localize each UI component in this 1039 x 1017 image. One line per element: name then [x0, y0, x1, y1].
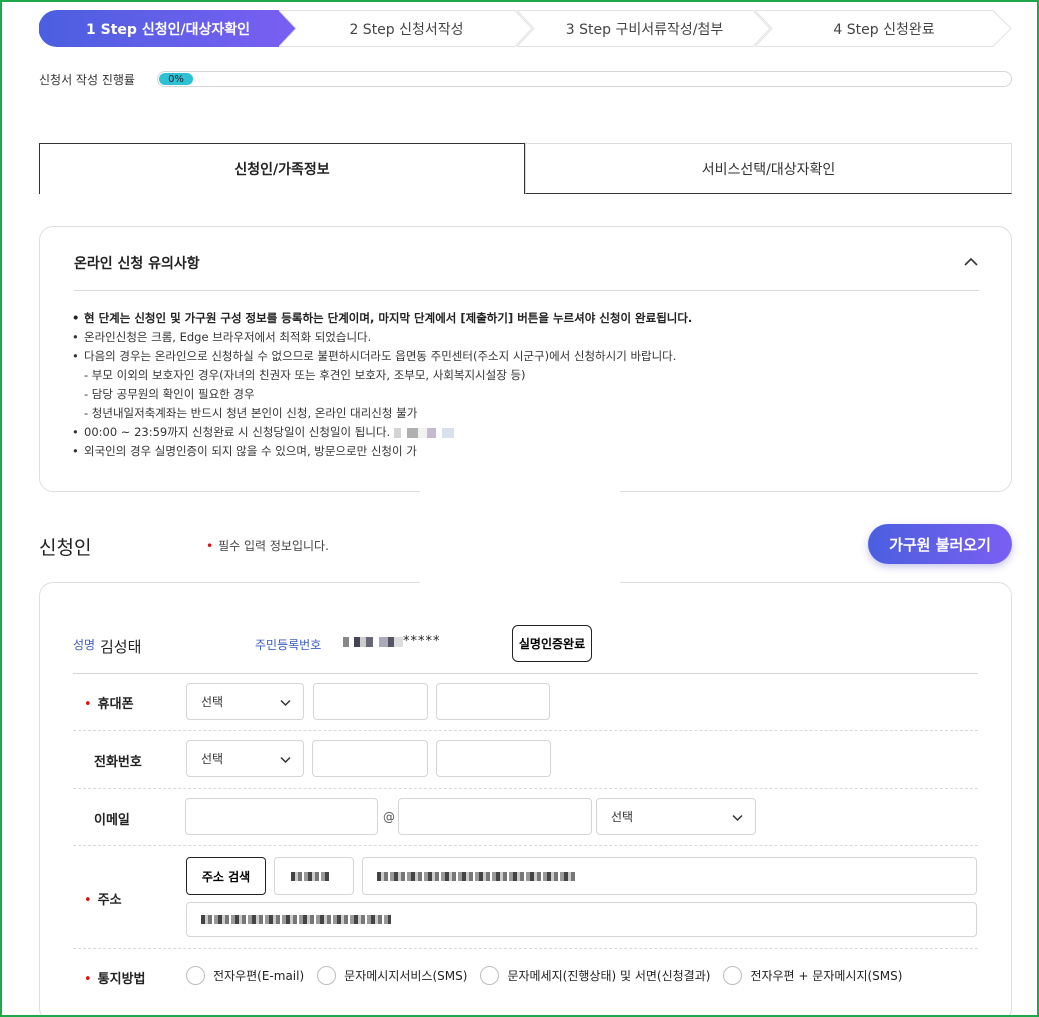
- list-item-text: 00:00 ~ 23:59까지 신청완료 시 신청당일이 신청일이 됩니다.: [84, 425, 391, 439]
- address-detail-field[interactable]: [186, 902, 977, 937]
- chevron-down-icon: [280, 756, 291, 764]
- required-note: • 필수 입력 정보입니다.: [206, 537, 329, 554]
- rrn-label: 주민등록번호: [255, 638, 322, 652]
- radio-circle: [723, 966, 743, 985]
- radio-label: 전자우편(E-mail): [213, 969, 305, 983]
- radio-circle: [480, 966, 500, 985]
- list-item: 다음의 경우는 온라인으로 신청하실 수 없으므로 불편하시더라도 읍면동 주민…: [70, 347, 990, 366]
- redaction-area: [420, 491, 620, 586]
- step-3: 3 Step 구비서류작성/첨부: [517, 10, 772, 47]
- divider: [73, 948, 978, 949]
- list-item: - 담당 공무원의 확인이 필요한 경우: [84, 387, 255, 401]
- redacted-overlay: [393, 427, 454, 438]
- tab-service-target[interactable]: 서비스선택/대상자확인: [525, 143, 1012, 194]
- name-value: 김성태: [100, 638, 142, 656]
- notice-panel: 온라인 신청 유의사항 현 단계는 신청인 및 가구원 구성 정보를 등록하는 …: [39, 226, 1012, 492]
- divider: [74, 290, 979, 291]
- rrn-redacted: [343, 636, 403, 647]
- redacted-text: [377, 871, 577, 881]
- step-1-label: 1 Step 신청인/대상자확인: [86, 21, 250, 38]
- address-label-text: 주소: [97, 893, 122, 908]
- list-item: 00:00 ~ 23:59까지 신청완료 시 신청당일이 신청일이 됩니다.: [70, 423, 990, 442]
- step-1: 1 Step 신청인/대상자확인: [39, 10, 297, 47]
- mobile-last-input[interactable]: [436, 683, 550, 720]
- required-dot: •: [206, 539, 214, 553]
- mobile-middle-input[interactable]: [313, 683, 428, 720]
- list-item: - 부모 이외의 보호자인 경우(자녀의 친권자 또는 후견인 보호자, 조부모…: [84, 368, 526, 382]
- step-4: 4 Step 신청완료: [755, 10, 1013, 47]
- chevron-down-icon: [732, 814, 743, 822]
- required-note-text: 필수 입력 정보입니다.: [218, 539, 329, 553]
- step-3-label: 3 Step 구비서류작성/첨부: [565, 21, 724, 38]
- zipcode-field[interactable]: [274, 857, 354, 895]
- chevron-up-icon[interactable]: [963, 254, 979, 270]
- step-indicator: 1 Step 신청인/대상자확인 2 Step 신청서작성 3 Step 구비서…: [39, 10, 1013, 47]
- mobile-label: • 휴대폰: [84, 693, 134, 712]
- radio-email-sms[interactable]: 전자우편 + 문자메시지(SMS): [723, 966, 902, 985]
- mobile-prefix-select[interactable]: 선택: [186, 683, 304, 720]
- step-2-label: 2 Step 신청서작성: [349, 21, 464, 38]
- load-family-button[interactable]: 가구원 불러오기: [868, 524, 1012, 564]
- divider: [73, 788, 978, 789]
- email-domain-select[interactable]: 선택: [596, 798, 756, 835]
- select-value: 선택: [611, 810, 634, 824]
- list-item: 외국인의 경우 실명인증이 되지 않을 수 있으며, 방문으로만 신청이 가: [70, 442, 990, 461]
- radio-label: 문자메세지(진행상태) 및 서면(신청결과): [507, 969, 711, 983]
- tab-bar: 신청인/가족정보 서비스선택/대상자확인: [39, 143, 1012, 194]
- address-main-field[interactable]: [362, 857, 977, 895]
- address-search-button[interactable]: 주소 검색: [186, 857, 266, 895]
- required-dot: •: [84, 972, 92, 987]
- email-domain-input[interactable]: [398, 798, 592, 835]
- at-sign: @: [383, 810, 395, 824]
- phone-last-input[interactable]: [436, 740, 551, 777]
- divider: [73, 730, 978, 731]
- notify-label: • 통지방법: [84, 968, 146, 987]
- notice-title: 온라인 신청 유의사항: [74, 256, 200, 272]
- divider: [73, 673, 978, 674]
- select-value: 선택: [201, 752, 224, 766]
- radio-label: 문자메시지서비스(SMS): [344, 969, 468, 983]
- notify-label-text: 통지방법: [97, 972, 146, 987]
- verify-button[interactable]: 실명인증완료: [512, 625, 592, 662]
- phone-middle-input[interactable]: [312, 740, 428, 777]
- rrn-mask: *****: [403, 634, 441, 649]
- step-2: 2 Step 신청서작성: [279, 10, 534, 47]
- tab-applicant-family[interactable]: 신청인/가족정보: [39, 143, 525, 194]
- divider: [73, 845, 978, 846]
- rrn-value: *****: [343, 634, 441, 649]
- phone-label: 전화번호: [94, 755, 142, 770]
- radio-email[interactable]: 전자우편(E-mail): [186, 966, 304, 985]
- name-label: 성명: [73, 638, 96, 652]
- address-label: • 주소: [84, 889, 122, 908]
- notice-list: 현 단계는 신청인 및 가구원 구성 정보를 등록하는 단계이며, 마지막 단계…: [70, 309, 990, 461]
- chevron-down-icon: [280, 699, 291, 707]
- radio-circle: [317, 966, 337, 985]
- redacted-text: [291, 871, 329, 881]
- step-4-label: 4 Step 신청완료: [833, 21, 935, 38]
- mobile-label-text: 휴대폰: [97, 697, 134, 712]
- progress-fill: 0%: [159, 73, 193, 85]
- radio-sms[interactable]: 문자메시지서비스(SMS): [317, 966, 467, 985]
- email-label: 이메일: [94, 813, 130, 828]
- email-id-input[interactable]: [185, 798, 378, 835]
- list-item: 현 단계는 신청인 및 가구원 구성 정보를 등록하는 단계이며, 마지막 단계…: [70, 309, 990, 328]
- section-title: 신청인: [39, 537, 92, 559]
- list-item: 온라인신청은 크롬, Edge 브라우저에서 최적화 되었습니다.: [70, 328, 990, 347]
- required-dot: •: [84, 697, 92, 712]
- radio-label: 전자우편 + 문자메시지(SMS): [750, 969, 903, 983]
- radio-sms-paper[interactable]: 문자메세지(진행상태) 및 서면(신청결과): [480, 966, 710, 985]
- progress-label: 신청서 작성 진행률: [39, 73, 135, 87]
- list-item: - 청년내일저축계좌는 반드시 청년 본인이 신청, 온라인 대리신청 불가: [84, 406, 418, 420]
- phone-prefix-select[interactable]: 선택: [186, 740, 304, 777]
- radio-circle: [186, 966, 205, 985]
- required-dot: •: [84, 893, 92, 908]
- select-value: 선택: [201, 695, 224, 709]
- notify-radio-group: 전자우편(E-mail) 문자메시지서비스(SMS) 문자메세지(진행상태) 및…: [186, 966, 915, 985]
- redacted-text: [201, 915, 391, 924]
- progress-bar: 0%: [157, 71, 1012, 87]
